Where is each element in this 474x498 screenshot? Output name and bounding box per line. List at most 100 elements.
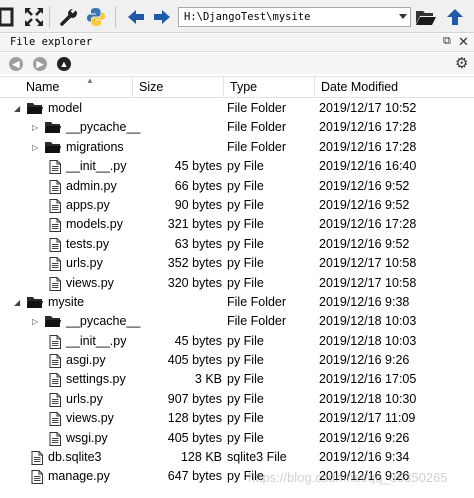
item-type: py File: [227, 217, 264, 232]
tree-folder-row[interactable]: ◢ mysite File Folder 2019/12/16 9:38: [0, 293, 474, 312]
item-date-modified: 2019/12/16 17:28: [319, 139, 417, 154]
tree-file-row[interactable]: urls.py 352 bytes py File 2019/12/17 10:58: [0, 254, 474, 273]
tree-file-row[interactable]: settings.py 3 KB py File 2019/12/16 17:05: [0, 370, 474, 389]
item-name: mysite: [48, 294, 85, 309]
item-type: sqlite3 File: [227, 450, 287, 465]
item-type: py File: [227, 430, 264, 445]
tree-folder-row[interactable]: ▷ __pycache__ File Folder 2019/12/18 10:03: [0, 312, 474, 331]
item-type: File Folder: [227, 101, 287, 115]
item-date-modified: 2019/12/18 10:03: [319, 333, 417, 348]
maximize-pane-icon[interactable]: [0, 5, 14, 29]
item-date-modified: 2019/12/18 10:03: [319, 314, 417, 329]
expand-arrow-icon[interactable]: ▷: [32, 312, 38, 331]
item-type: File Folder: [227, 314, 287, 329]
tree-file-row[interactable]: wsgi.py 405 bytes py File 2019/12/16 9:26: [0, 429, 474, 448]
item-date-modified: 2019/12/16 17:28: [319, 217, 417, 232]
item-name: manage.py: [48, 469, 110, 484]
tree-file-row[interactable]: db.sqlite3 128 KB sqlite3 File 2019/12/16 9…: [0, 448, 474, 467]
up-circle-icon[interactable]: ▲: [57, 57, 71, 71]
item-size: 907 bytes: [167, 391, 222, 406]
item-name: views.py: [66, 411, 114, 426]
tree-file-row[interactable]: apps.py 90 bytes py File 2019/12/16 9:52: [0, 196, 474, 215]
tree-file-row[interactable]: tests.py 63 bytes py File 2019/12/16 9:52: [0, 235, 474, 254]
item-type: py File: [227, 178, 264, 193]
wrench-icon[interactable]: [57, 5, 81, 29]
column-header-type[interactable]: Type: [224, 77, 315, 97]
item-date-modified: 2019/12/16 17:28: [319, 120, 417, 135]
item-type: py File: [227, 236, 264, 251]
tree-folder-row[interactable]: ▷ migrations File Folder 2019/12/16 17:28: [0, 138, 474, 157]
item-name: asgi.py: [66, 353, 106, 368]
collapse-arrow-icon[interactable]: ◢: [14, 293, 20, 312]
item-name: __init__.py: [66, 159, 127, 174]
item-type: py File: [227, 333, 264, 348]
tree-file-row[interactable]: urls.py 907 bytes py File 2019/12/18 10:30: [0, 390, 474, 409]
explorer-navigation-bar: ◀ ▶ ▲ ⚙: [0, 53, 474, 74]
close-pane-icon[interactable]: ✕: [458, 34, 469, 50]
undock-pane-icon[interactable]: ⧉: [443, 35, 451, 48]
tree-file-row[interactable]: models.py 321 bytes py File 2019/12/16 17:2…: [0, 215, 474, 234]
item-date-modified: 2019/12/16 9:52: [319, 236, 410, 251]
item-date-modified: 2019/12/16 9:34: [319, 450, 410, 465]
python-icon[interactable]: [84, 5, 108, 29]
tree-folder-row[interactable]: ◢ model File Folder 2019/12/17 10:52: [0, 99, 474, 118]
back-circle-icon[interactable]: ◀: [9, 57, 23, 71]
tree-file-row[interactable]: asgi.py 405 bytes py File 2019/12/16 9:26: [0, 351, 474, 370]
item-type: py File: [227, 353, 264, 368]
item-size: 3 KB: [194, 372, 222, 387]
item-name: migrations: [66, 139, 124, 154]
item-type: py File: [227, 372, 264, 387]
browse-folder-icon[interactable]: [414, 5, 438, 29]
item-type: py File: [227, 275, 264, 290]
item-date-modified: 2019/12/16 9:38: [319, 294, 410, 309]
tree-file-row[interactable]: __init__.py 45 bytes py File 2019/12/18 10:…: [0, 332, 474, 351]
working-directory-path: H:\DjangoTest\mysite: [184, 11, 311, 23]
forward-circle-icon[interactable]: ▶: [33, 57, 47, 71]
item-name: urls.py: [66, 256, 103, 271]
back-arrow-icon[interactable]: [124, 5, 148, 29]
item-date-modified: 2019/12/16 9:52: [319, 178, 410, 193]
expand-arrow-icon[interactable]: ▷: [32, 118, 38, 137]
tree-file-row[interactable]: views.py 320 bytes py File 2019/12/17 10:58: [0, 274, 474, 293]
item-type: File Folder: [227, 139, 287, 154]
file-tree: ◢ model File Folder 2019/12/17 10:52 ▷ __pyca…: [0, 99, 474, 487]
parent-directory-up-arrow-icon[interactable]: [443, 5, 467, 29]
sort-ascending-icon: ▲: [86, 76, 94, 85]
expand-arrow-icon[interactable]: ▷: [32, 138, 38, 157]
file-icon: [31, 470, 43, 490]
item-date-modified: 2019/12/17 10:58: [319, 256, 417, 271]
working-directory-combobox[interactable]: H:\DjangoTest\mysite: [178, 7, 411, 27]
tree-file-row[interactable]: views.py 128 bytes py File 2019/12/17 11:09: [0, 409, 474, 428]
item-type: File Folder: [227, 120, 287, 135]
item-type: py File: [227, 411, 264, 426]
item-name: tests.py: [66, 236, 110, 251]
column-header-date[interactable]: Date Modified: [315, 77, 474, 97]
item-type: py File: [227, 391, 264, 406]
item-name: settings.py: [66, 372, 126, 387]
column-header-name[interactable]: ▲ Name: [20, 76, 133, 97]
item-name: __init__.py: [66, 333, 127, 348]
column-header-size[interactable]: Size: [133, 77, 224, 97]
tree-folder-row[interactable]: ▷ __pycache__ File Folder 2019/12/16 17:28: [0, 118, 474, 137]
item-name: apps.py: [66, 197, 110, 212]
column-header-date-label: Date Modified: [321, 80, 399, 94]
gear-icon[interactable]: ⚙: [455, 54, 468, 72]
item-date-modified: 2019/12/16 9:52: [319, 197, 410, 212]
item-name: models.py: [66, 217, 123, 232]
column-header-name-label: Name: [26, 80, 60, 94]
item-date-modified: 2019/12/16 17:05: [319, 372, 417, 387]
item-type: py File: [227, 197, 264, 212]
forward-arrow-icon[interactable]: [150, 5, 174, 29]
tree-file-row[interactable]: __init__.py 45 bytes py File 2019/12/16 16:…: [0, 157, 474, 176]
item-name: wsgi.py: [66, 430, 108, 445]
column-header-row: ▲ Name Size Type Date Modified: [0, 76, 474, 98]
chevron-down-icon[interactable]: [399, 14, 407, 19]
collapse-arrow-icon[interactable]: ◢: [14, 99, 20, 118]
item-type: py File: [227, 159, 264, 174]
fullscreen-icon[interactable]: [22, 5, 46, 29]
item-name: db.sqlite3: [48, 450, 102, 465]
watermark-text: https://blog.csdn.net/qq_36350265: [248, 470, 448, 485]
item-size: 320 bytes: [167, 275, 222, 290]
item-size: 63 bytes: [174, 236, 222, 251]
tree-file-row[interactable]: admin.py 66 bytes py File 2019/12/16 9:52: [0, 177, 474, 196]
